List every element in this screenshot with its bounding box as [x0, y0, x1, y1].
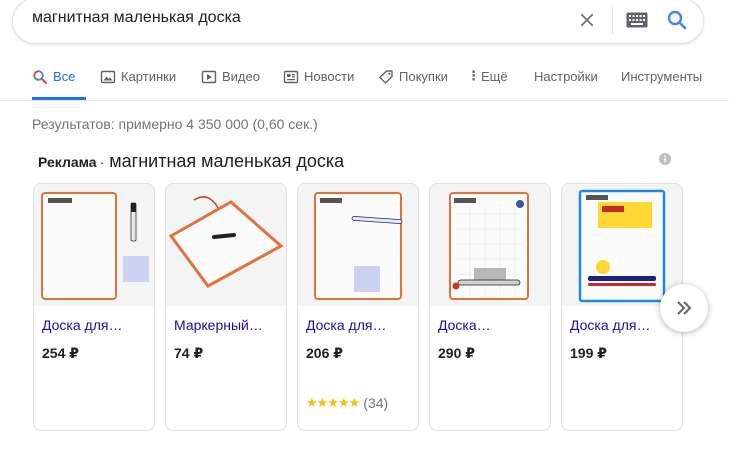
keyboard-icon[interactable] [626, 12, 648, 28]
tab-label: Картинки [121, 69, 177, 84]
tab-label: Инструменты [621, 69, 703, 84]
search-submit-icon[interactable] [665, 8, 689, 32]
tabs-divider [0, 100, 729, 101]
carousel-next-button[interactable] [660, 284, 708, 332]
product-title[interactable]: Доска для… [42, 317, 150, 333]
product-title[interactable]: Доска для… [570, 317, 678, 333]
product-card[interactable]: Маркерный… 74 ₽ [165, 183, 287, 431]
product-card[interactable]: Доска для… 206 ₽ ★★★★★ (34) [297, 183, 419, 431]
product-image [298, 184, 418, 306]
product-card[interactable]: Доска для… 254 ₽ [33, 183, 155, 431]
tab-tools[interactable]: Инструменты [621, 66, 702, 100]
image-icon [100, 70, 116, 84]
product-title[interactable]: Маркерный… [174, 317, 282, 333]
ads-header: Реклама · магнитная маленькая доска [38, 151, 344, 172]
product-price: 199 ₽ [570, 345, 607, 361]
tab-video[interactable]: Видео [201, 66, 260, 100]
product-image [562, 184, 682, 306]
product-price: 290 ₽ [438, 345, 475, 361]
star-rating-icon: ★★★★★ [306, 395, 360, 410]
more-dots-icon: ⋮ [467, 68, 480, 83]
product-price: 74 ₽ [174, 345, 204, 361]
video-icon [201, 70, 217, 84]
product-rating: ★★★★★ (34) [306, 395, 388, 411]
news-icon [283, 70, 299, 84]
search-divider [612, 7, 613, 35]
search-icon [33, 70, 47, 84]
tab-label: Ещё [481, 69, 508, 84]
search-tabs: Все Картинки Видео Новости Покупки ⋮ Ещё… [24, 66, 714, 100]
tag-icon [379, 70, 393, 84]
ads-label: Реклама [38, 154, 97, 170]
results-stats: Результатов: примерно 4 350 000 (0,60 се… [32, 116, 318, 132]
product-price: 206 ₽ [306, 345, 343, 361]
tab-label: Новости [304, 69, 355, 84]
search-input[interactable]: магнитная маленькая доска [32, 9, 241, 27]
tab-label: Покупки [399, 69, 448, 84]
rating-count: (34) [363, 395, 389, 411]
product-card[interactable]: Доска… 290 ₽ [429, 183, 551, 431]
ads-query: магнитная маленькая доска [109, 151, 345, 171]
tab-label: Настройки [534, 69, 598, 84]
product-image [34, 184, 154, 306]
product-image [166, 184, 286, 306]
tab-images[interactable]: Картинки [100, 66, 176, 100]
tab-label: Видео [222, 69, 260, 84]
ads-separator: · [99, 154, 105, 170]
product-image [430, 184, 550, 306]
tab-label: Все [53, 69, 76, 84]
product-title[interactable]: Доска для… [306, 317, 414, 333]
search-box[interactable]: магнитная маленькая доска [12, 0, 704, 44]
info-icon[interactable] [659, 153, 671, 165]
tab-all[interactable]: Все [32, 66, 86, 100]
product-price: 254 ₽ [42, 345, 79, 361]
tab-more[interactable]: ⋮ Ещё [467, 66, 508, 100]
double-chevron-right-icon [677, 301, 692, 315]
product-title[interactable]: Доска… [438, 317, 546, 333]
close-icon[interactable] [576, 9, 598, 31]
tab-settings[interactable]: Настройки [534, 66, 598, 100]
tab-news[interactable]: Новости [283, 66, 354, 100]
tab-shopping[interactable]: Покупки [378, 66, 448, 100]
